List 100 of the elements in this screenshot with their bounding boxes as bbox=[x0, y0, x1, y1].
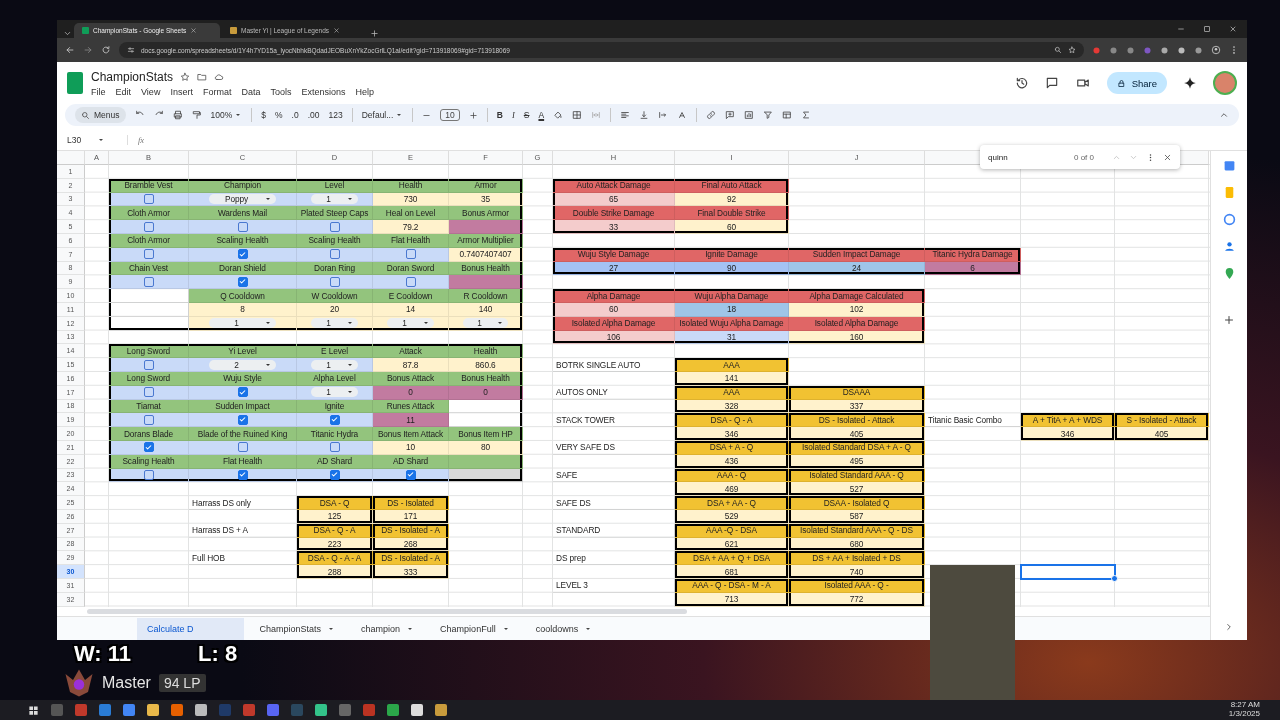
comment-icon[interactable] bbox=[725, 110, 736, 120]
checkbox[interactable] bbox=[143, 221, 154, 232]
taskbar-app-icon[interactable] bbox=[363, 704, 375, 716]
taskbar-app-icon[interactable] bbox=[171, 704, 183, 716]
back-icon[interactable] bbox=[65, 45, 75, 55]
format-button[interactable]: % bbox=[275, 110, 283, 120]
rotate-text-icon[interactable] bbox=[677, 110, 688, 120]
format-button[interactable]: S bbox=[523, 110, 530, 120]
reload-icon[interactable] bbox=[101, 45, 111, 55]
checkbox[interactable] bbox=[143, 194, 154, 204]
dropdown-chip[interactable]: 1 bbox=[311, 318, 358, 329]
tab-list-icon[interactable] bbox=[63, 29, 72, 38]
expand-icon[interactable] bbox=[1224, 622, 1234, 632]
folder-icon[interactable] bbox=[197, 71, 208, 82]
checkbox[interactable] bbox=[405, 249, 416, 260]
scrollbar-thumb[interactable] bbox=[87, 608, 687, 614]
checkbox[interactable] bbox=[237, 276, 248, 287]
calendar-icon[interactable] bbox=[1222, 159, 1236, 172]
close-icon[interactable] bbox=[1229, 25, 1237, 33]
taskbar-app-icon[interactable] bbox=[147, 704, 159, 716]
checkbox[interactable] bbox=[237, 469, 248, 480]
close-icon[interactable] bbox=[333, 27, 341, 34]
borders-icon[interactable] bbox=[572, 110, 583, 120]
format-button[interactable]: .00 bbox=[307, 110, 320, 120]
share-button[interactable]: Share bbox=[1106, 72, 1167, 94]
name-box[interactable]: L30 bbox=[67, 135, 82, 145]
link-icon[interactable] bbox=[706, 110, 717, 120]
avatar[interactable] bbox=[1213, 71, 1237, 95]
sheet-tab[interactable]: ChampionStats bbox=[249, 617, 346, 640]
menu-item[interactable]: File bbox=[91, 86, 106, 97]
filter-icon[interactable] bbox=[763, 110, 774, 120]
menu-item[interactable]: Data bbox=[241, 86, 261, 97]
sheet-tab[interactable]: ChampionFull bbox=[430, 617, 520, 640]
menu-item[interactable]: Extensions bbox=[301, 86, 346, 97]
taskbar-app-icon[interactable] bbox=[75, 704, 87, 716]
checkbox[interactable] bbox=[237, 414, 248, 425]
forward-icon[interactable] bbox=[83, 45, 93, 55]
wrap-icon[interactable] bbox=[658, 110, 669, 120]
table-view-icon[interactable] bbox=[782, 110, 793, 120]
format-button[interactable]: 123 bbox=[328, 110, 343, 120]
minimize-icon[interactable] bbox=[1177, 25, 1185, 33]
zoom-icon[interactable] bbox=[1054, 46, 1062, 54]
chart-icon[interactable] bbox=[744, 110, 755, 120]
checkbox[interactable] bbox=[405, 469, 416, 480]
menu-item[interactable]: Insert bbox=[170, 86, 193, 97]
dropdown-chip[interactable]: 1 bbox=[311, 194, 358, 204]
add-icon[interactable] bbox=[1223, 314, 1235, 326]
maximize-icon[interactable] bbox=[1203, 25, 1211, 33]
find-field[interactable]: quinn bbox=[988, 152, 1028, 162]
format-button[interactable]: $ bbox=[261, 110, 266, 120]
sum-icon[interactable] bbox=[801, 110, 812, 120]
format-button[interactable]: B bbox=[496, 110, 503, 120]
format-button[interactable]: .0 bbox=[291, 110, 299, 120]
new-tab-icon[interactable] bbox=[370, 29, 379, 38]
start-icon[interactable] bbox=[28, 704, 39, 716]
collapse-icon[interactable] bbox=[1219, 110, 1229, 120]
dropdown-chip[interactable]: 1 bbox=[311, 359, 358, 370]
checkbox[interactable] bbox=[237, 221, 248, 232]
taskbar-app-icon[interactable] bbox=[339, 704, 351, 716]
video-call-icon[interactable] bbox=[1074, 76, 1091, 90]
vertical-align-icon[interactable] bbox=[639, 110, 650, 120]
print-icon[interactable] bbox=[172, 110, 183, 120]
history-icon[interactable] bbox=[1014, 76, 1029, 90]
dropdown-chip[interactable]: 1 bbox=[462, 318, 509, 329]
comment-icon[interactable] bbox=[1044, 76, 1059, 90]
dropdown-chip[interactable]: 1 bbox=[209, 318, 276, 329]
taskbar-app-icon[interactable] bbox=[411, 704, 423, 716]
checkbox[interactable] bbox=[143, 359, 154, 370]
dropdown-chip[interactable]: 2 bbox=[209, 359, 276, 370]
checkbox[interactable] bbox=[237, 387, 248, 398]
merge-icon[interactable] bbox=[591, 110, 602, 120]
checkbox[interactable] bbox=[237, 249, 248, 260]
spark-icon[interactable] bbox=[1183, 76, 1197, 90]
close-icon[interactable] bbox=[1163, 152, 1172, 162]
menu-item[interactable]: Format bbox=[202, 86, 232, 97]
star-icon[interactable] bbox=[180, 71, 191, 82]
taskbar-app-icon[interactable] bbox=[315, 704, 327, 716]
profile-icon[interactable] bbox=[1211, 45, 1221, 55]
paint-format-icon[interactable] bbox=[191, 110, 202, 120]
dropdown-chip[interactable]: 1 bbox=[311, 387, 358, 398]
tasks-icon[interactable] bbox=[1222, 213, 1236, 226]
zoom-select[interactable]: 100% bbox=[210, 110, 243, 120]
document-title[interactable]: ChampionStats bbox=[91, 69, 174, 84]
checkbox[interactable] bbox=[329, 249, 340, 260]
increase-icon[interactable] bbox=[468, 110, 478, 120]
checkbox[interactable] bbox=[143, 249, 154, 260]
format-button[interactable]: I bbox=[511, 110, 515, 120]
checkbox[interactable] bbox=[329, 414, 340, 425]
cloud-icon[interactable] bbox=[214, 71, 225, 82]
checkbox[interactable] bbox=[143, 442, 154, 453]
checkbox[interactable] bbox=[143, 276, 154, 287]
taskbar-app-icon[interactable] bbox=[123, 704, 135, 716]
checkbox[interactable] bbox=[329, 221, 340, 232]
taskbar-app-icon[interactable] bbox=[243, 704, 255, 716]
dropdown-chip[interactable]: 1 bbox=[387, 318, 434, 329]
contacts-icon[interactable] bbox=[1222, 240, 1236, 253]
selected-cell-outline[interactable] bbox=[1020, 564, 1116, 580]
sheet-tab[interactable]: champion bbox=[351, 617, 425, 640]
taskbar-app-icon[interactable] bbox=[435, 704, 447, 716]
sheet-tab[interactable]: cooldowns bbox=[525, 617, 603, 640]
